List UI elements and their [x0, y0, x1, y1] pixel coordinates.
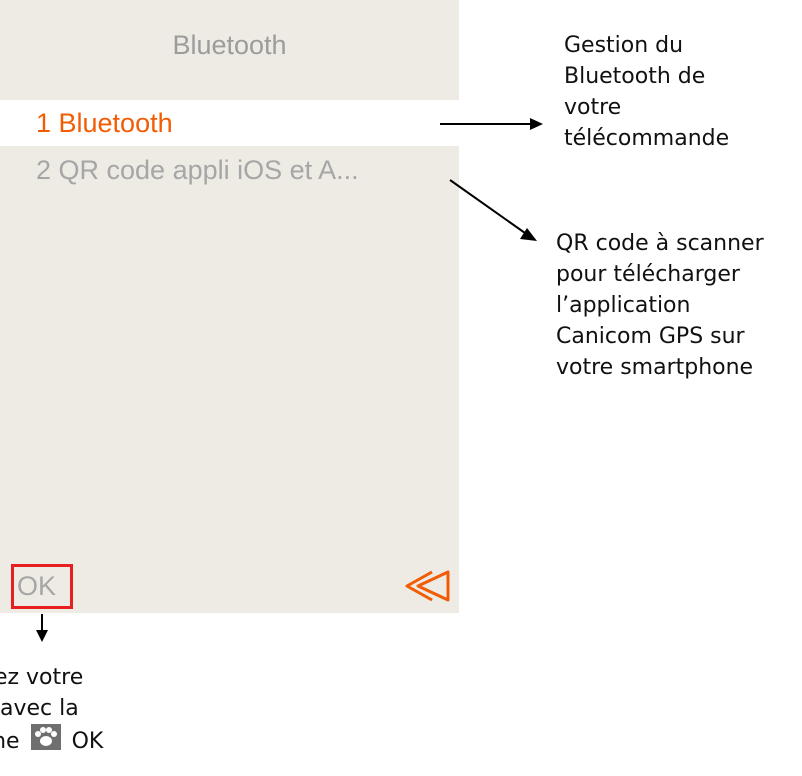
qr-note-line: votre smartphone	[556, 355, 754, 380]
ok-note-line: che OK	[0, 724, 103, 757]
ok-label: OK	[17, 571, 57, 601]
bluetooth-note: Gestion du Bluetooth de votre télécomman…	[564, 30, 729, 154]
ok-button[interactable]: OK	[11, 564, 73, 609]
qr-note-line: l’application	[556, 293, 691, 318]
arrow-from-ok	[36, 614, 48, 642]
paw-icon	[30, 724, 61, 750]
screen-title: Bluetooth	[172, 30, 287, 60]
bluetooth-note-line: Bluetooth de	[564, 64, 706, 89]
ok-note: dez votre x avec la che OK	[0, 662, 103, 757]
ok-note-text: che	[0, 729, 20, 754]
bluetooth-note-line: votre	[564, 95, 622, 120]
ok-note-line: dez votre	[0, 665, 84, 690]
bluetooth-note-line: Gestion du	[564, 33, 684, 58]
ok-note-text: OK	[71, 729, 104, 754]
ok-note-line: x avec la	[0, 696, 79, 721]
qr-note-line: pour télécharger	[556, 262, 740, 287]
qr-note: QR code à scanner pour télécharger l’app…	[556, 228, 764, 383]
bluetooth-note-line: télécommande	[564, 126, 730, 151]
qr-note-line: Canicom GPS sur	[556, 324, 745, 349]
device-screen: Bluetooth 1 Bluetooth 2 QR code appli iO…	[0, 0, 459, 613]
menu-item-bluetooth[interactable]: 1 Bluetooth	[0, 100, 459, 146]
qr-note-line: QR code à scanner	[556, 231, 764, 256]
menu-item-qr-code[interactable]: 2 QR code appli iOS et A...	[0, 147, 459, 193]
back-arrow-icon[interactable]	[404, 568, 452, 604]
arrow-to-qr-note	[449, 179, 537, 241]
